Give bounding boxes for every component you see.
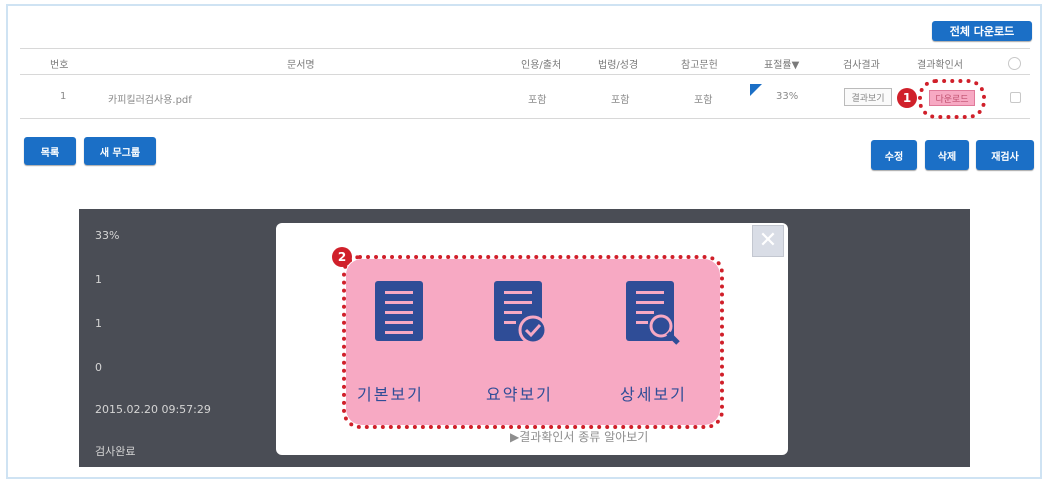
new-group-button[interactable]: 새 무그룹 bbox=[84, 137, 156, 165]
document-check-icon bbox=[494, 281, 548, 345]
header-result: 검사결과 bbox=[843, 60, 880, 71]
table-header-divider bbox=[20, 74, 1030, 75]
detail-count-3: 0 bbox=[95, 361, 102, 374]
header-reference: 참고문헌 bbox=[681, 60, 718, 71]
summary-view-label[interactable]: 요약보기 bbox=[486, 381, 553, 405]
table-top-border bbox=[20, 48, 1030, 49]
row-doc-name[interactable]: 카피킬러검사용.pdf bbox=[108, 91, 192, 106]
view-result-button[interactable]: 결과보기 bbox=[844, 88, 892, 106]
header-cert: 결과확인서 bbox=[917, 60, 963, 71]
detail-view-option[interactable] bbox=[618, 281, 682, 345]
select-all-checkbox[interactable] bbox=[1008, 57, 1021, 70]
document-icon bbox=[375, 281, 423, 341]
download-all-button[interactable]: 전체 다운로드 bbox=[932, 21, 1032, 41]
step-badge-2: 2 bbox=[332, 247, 352, 267]
header-no: 번호 bbox=[50, 60, 69, 71]
header-plagiarism-sort[interactable]: 표절률▼ bbox=[764, 56, 799, 71]
step-badge-1: 1 bbox=[897, 88, 917, 108]
detail-status: 검사완료 bbox=[95, 445, 136, 458]
header-doc-name: 문서명 bbox=[287, 60, 315, 71]
header-law: 법령/성경 bbox=[598, 60, 639, 71]
detail-timestamp: 2015.02.20 09:57:29 bbox=[95, 403, 211, 416]
header-citation: 인용/출처 bbox=[521, 60, 562, 71]
detail-count-2: 1 bbox=[95, 317, 102, 330]
row-law: 포함 bbox=[611, 95, 630, 106]
row-reference: 포함 bbox=[694, 95, 713, 106]
callout-download-highlight bbox=[918, 79, 986, 119]
row-flag-icon bbox=[750, 84, 762, 96]
detail-count-1: 1 bbox=[95, 273, 102, 286]
row-checkbox[interactable] bbox=[1010, 92, 1021, 103]
detail-view-label[interactable]: 상세보기 bbox=[620, 381, 687, 405]
row-plagiarism-rate: 33% bbox=[776, 91, 799, 102]
table-bottom-border bbox=[20, 118, 1030, 119]
detail-rate: 33% bbox=[95, 229, 120, 242]
summary-view-option[interactable] bbox=[486, 281, 550, 345]
document-search-icon bbox=[626, 281, 680, 345]
basic-view-option[interactable] bbox=[367, 281, 431, 341]
close-icon[interactable]: ✕ bbox=[752, 225, 784, 257]
row-citation: 포함 bbox=[528, 95, 547, 106]
list-button[interactable]: 목록 bbox=[24, 137, 76, 165]
delete-button[interactable]: 삭제 bbox=[925, 140, 969, 170]
edit-button[interactable]: 수정 bbox=[871, 140, 917, 170]
basic-view-label[interactable]: 기본보기 bbox=[357, 381, 424, 405]
recheck-button[interactable]: 재검사 bbox=[976, 140, 1034, 170]
cert-type-info-link[interactable]: ▶결과확인서 종류 알아보기 bbox=[510, 428, 648, 445]
row-no: 1 bbox=[60, 91, 67, 102]
cert-type-modal: ✕ 2 기본보기 요약보기 상세보기 ▶결과확인서 종류 알아보기 bbox=[276, 223, 788, 455]
